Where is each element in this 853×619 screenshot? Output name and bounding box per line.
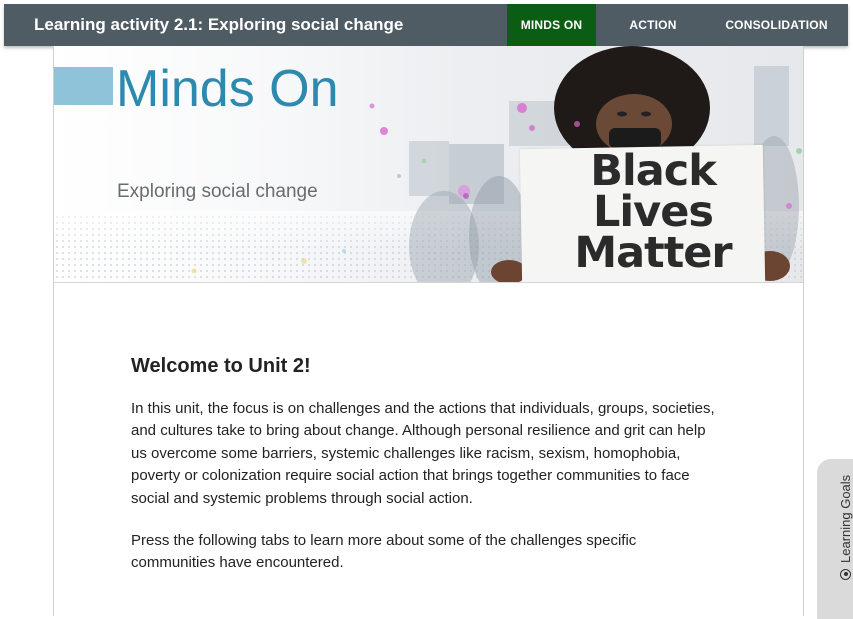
- radio-icon: [840, 569, 851, 580]
- protest-sign-text: Black Lives Matter: [538, 146, 768, 278]
- sign-line: Lives: [593, 187, 714, 237]
- tab-consolidation[interactable]: CONSOLIDATION: [709, 4, 844, 46]
- section-subtitle: Exploring social change: [117, 181, 318, 202]
- tab-minds-on[interactable]: MINDS ON: [507, 4, 596, 46]
- sign-line: Matter: [574, 228, 732, 278]
- tab-action[interactable]: ACTION: [604, 4, 702, 46]
- section-heading: Minds On: [116, 60, 339, 118]
- top-navigation-bar: Learning activity 2.1: Exploring social …: [4, 4, 848, 46]
- activity-title: Learning activity 2.1: Exploring social …: [34, 15, 404, 34]
- sign-line: Black: [590, 146, 717, 196]
- learning-goals-text: Learning Goals: [838, 474, 853, 563]
- instruction-paragraph: Press the following tabs to learn more a…: [131, 532, 637, 572]
- heading-accent-block: [54, 67, 113, 105]
- learning-goals-label[interactable]: Learning Goals: [838, 475, 853, 580]
- welcome-heading: Welcome to Unit 2!: [131, 355, 311, 377]
- intro-paragraph: In this unit, the focus is on challenges…: [131, 400, 715, 507]
- minds-on-banner: Minds On Exploring social change Black L…: [54, 46, 803, 283]
